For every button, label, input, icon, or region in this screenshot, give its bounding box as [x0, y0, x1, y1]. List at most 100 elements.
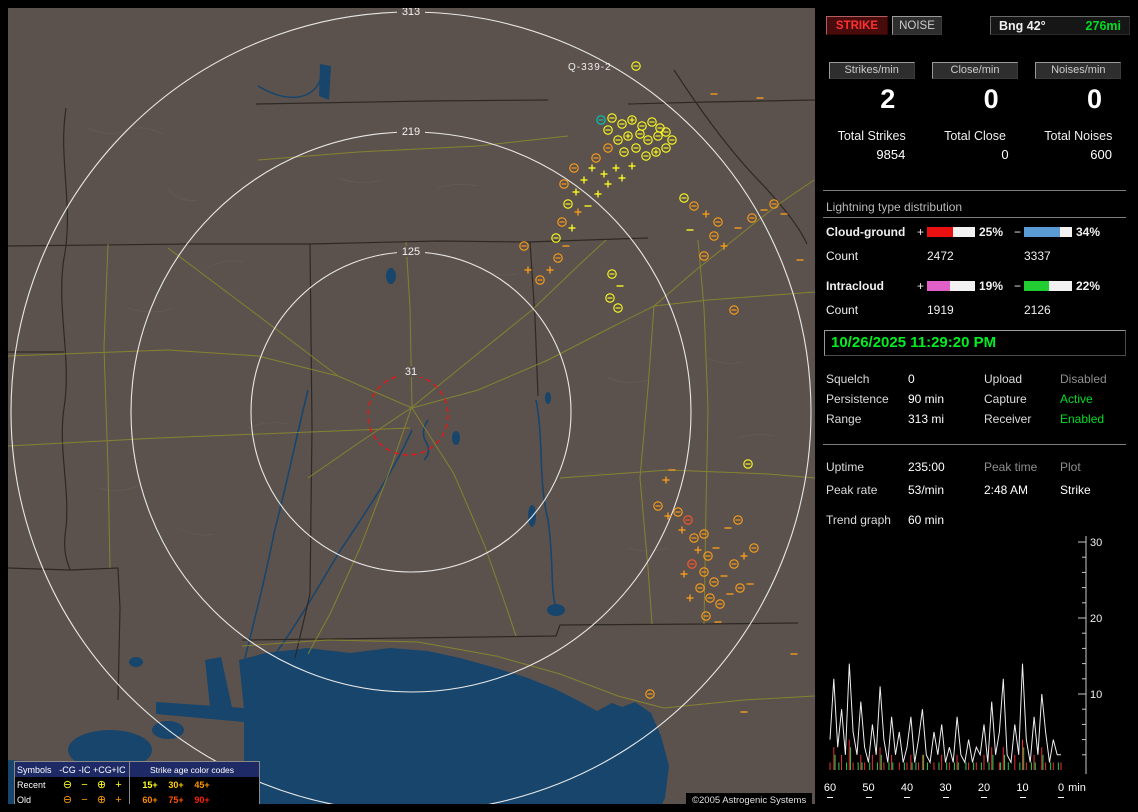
- cg-neg-count: 3337: [1024, 249, 1051, 263]
- trend-ytick-label: 20: [1090, 613, 1102, 625]
- strikes-per-min-button[interactable]: Strikes/min: [828, 62, 915, 79]
- trend-xtick-label: 30: [939, 782, 952, 794]
- range-ring-label: 313: [402, 8, 420, 18]
- strike-symbol-cgn: [643, 135, 653, 145]
- age-90: 90+: [194, 794, 210, 805]
- lightning-map[interactable]: 313 219 125 31 Q-339-2 Symbols -CG -IC +CG …: [8, 8, 815, 804]
- trend-xtick-mark: [865, 797, 872, 798]
- peak-time-value: 2:48 AM: [984, 483, 1029, 497]
- upload-status: Disabled: [1060, 372, 1107, 386]
- strike-symbol-cgn: [673, 507, 683, 517]
- persistence-label: Persistence: [826, 392, 889, 406]
- strike-symbol-cgn: [661, 127, 671, 137]
- strike-symbol-icp: [524, 266, 532, 274]
- squelch-label: Squelch: [826, 372, 870, 386]
- strike-symbol-icp: [618, 174, 626, 182]
- strike-symbol-cgn: [613, 303, 623, 313]
- strike-symbol-cgn: [645, 689, 655, 699]
- storm-cell-label: Q-339-2: [568, 62, 612, 73]
- close-alarm-ring: [367, 374, 449, 456]
- strike-symbol-cgn: [559, 179, 569, 189]
- cloud-ground-row: Cloud-ground + 25% − 34%: [820, 225, 1130, 241]
- strike-symbol-cgn: [617, 119, 627, 129]
- legend-age-title: Strike age color codes: [149, 764, 235, 775]
- minus-sign: −: [1014, 225, 1022, 239]
- intracloud-label: Intracloud: [826, 279, 885, 293]
- stats-row-2: Peak rate 53/min 2:48 AM Strike: [820, 483, 1130, 499]
- plus-sign: +: [917, 279, 925, 293]
- cloud-ground-label: Cloud-ground: [826, 225, 906, 239]
- ic-pos-bar-fill: [927, 281, 951, 291]
- strike-symbol-cgn: [605, 293, 615, 303]
- legend-col-ic-pos: +IC: [111, 764, 126, 775]
- legend-header: Symbols -CG -IC +CG +IC Strike age color…: [15, 762, 259, 777]
- strike-symbol-cgn: [749, 543, 759, 553]
- range-ring-labels: 313 219 125 31: [397, 8, 425, 378]
- strike-symbol-cgn: [743, 459, 753, 469]
- strike-symbol-cgn: [519, 241, 529, 251]
- strike-symbol-cgn: [603, 143, 613, 153]
- count-label: Count: [826, 303, 859, 317]
- strikes-layer: [519, 61, 804, 713]
- ic-neg-bar: [1024, 281, 1072, 291]
- cg-pos-old-icon: ⊕: [96, 793, 107, 804]
- trend-row: Trend graph 60 min: [820, 513, 1130, 529]
- age-60: 60+: [142, 794, 158, 805]
- ic-neg-bar-fill: [1024, 281, 1049, 291]
- cg-neg-old-icon: ⊖: [62, 793, 73, 804]
- strike-symbol-icp: [680, 570, 688, 578]
- strikes-per-min-value: 2: [880, 84, 896, 114]
- strike-symbol-cgn: [699, 529, 709, 539]
- strike-symbol-icp: [720, 242, 728, 250]
- strike-symbol-cgn: [553, 253, 563, 263]
- strike-symbol-cgn: [713, 217, 723, 227]
- noise-button[interactable]: NOISE: [892, 16, 942, 35]
- strike-symbol-cgn: [733, 515, 743, 525]
- strike-rate-series: [829, 663, 1061, 765]
- strike-symbol-icp: [572, 188, 580, 196]
- divider: [823, 190, 1126, 191]
- strike-symbol-cgn: [631, 61, 641, 71]
- intracloud-row: Intracloud + 19% − 22%: [820, 279, 1130, 295]
- close-per-min-button[interactable]: Close/min: [931, 62, 1018, 79]
- plot-value: Strike: [1060, 483, 1091, 497]
- peak-rate-label: Peak rate: [826, 483, 878, 497]
- range-value: 313 mi: [908, 412, 945, 426]
- strike-symbol-cgn: [647, 117, 657, 127]
- total-strikes-value: 9854: [876, 147, 906, 162]
- strike-symbol-icp: [588, 164, 596, 172]
- strike-symbol-cgn: [596, 115, 606, 125]
- strike-symbol-cgp: [627, 115, 637, 125]
- strike-symbol-cgn: [729, 559, 739, 569]
- total-close-label: Total Close: [944, 129, 1006, 143]
- divider: [823, 217, 1126, 218]
- strike-symbol-cgn: [667, 135, 677, 145]
- uptime-label: Uptime: [826, 460, 865, 474]
- ic-neg-old-icon: −: [81, 793, 88, 804]
- strike-symbol-cgn: [701, 611, 711, 621]
- trend-xtick-label: 50: [862, 782, 875, 794]
- strike-symbol-icp: [600, 170, 608, 178]
- noises-per-min-button[interactable]: Noises/min: [1035, 62, 1122, 79]
- settings-row-range: Range 313 mi Receiver Enabled: [820, 412, 1130, 428]
- strike-symbol-cgn: [695, 583, 705, 593]
- strike-symbol-cgn: [653, 131, 663, 141]
- strike-symbol-cgn: [603, 125, 613, 135]
- strike-symbol-icp: [628, 162, 636, 170]
- legend-recent-row: Recent ⊖ − ⊕ + 15+ 30+ 45+: [15, 777, 259, 792]
- strike-symbol-cgn: [735, 583, 745, 593]
- trend-xtick-label: 20: [977, 782, 991, 794]
- age-15: 15+: [142, 779, 158, 790]
- legend-recent-label: Recent: [17, 779, 46, 790]
- trend-xtick-label: 60: [823, 782, 837, 794]
- trend-window-value: 60 min: [908, 513, 945, 527]
- strike-button[interactable]: STRIKE: [826, 16, 888, 35]
- strike-symbol-cgp: [651, 147, 661, 157]
- persistence-value: 90 min: [908, 392, 945, 406]
- strike-symbol-icp: [594, 190, 602, 198]
- ic-neg-pct: 22%: [1076, 279, 1101, 293]
- stats-row-1: Uptime 235:00 Peak time Plot: [820, 460, 1130, 476]
- cg-pos-bar: [927, 227, 975, 237]
- trend-x-unit-label: min: [1068, 782, 1086, 794]
- strike-symbol-cgn: [569, 163, 579, 173]
